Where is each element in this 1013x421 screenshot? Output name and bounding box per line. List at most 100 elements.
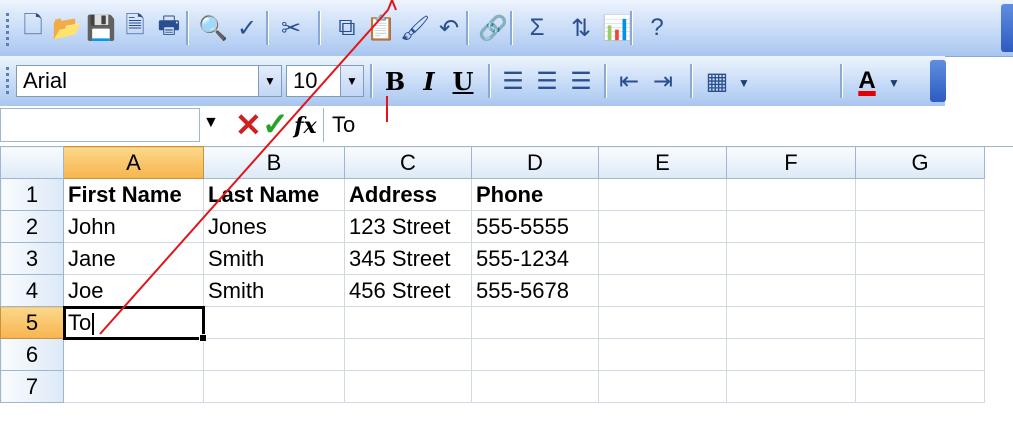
column-header-d[interactable]: D	[471, 146, 599, 179]
cell-d7[interactable]	[471, 370, 599, 403]
cell-g7[interactable]	[855, 370, 985, 403]
enter-entry-icon[interactable]: ✓	[262, 105, 289, 143]
column-header-b[interactable]: B	[203, 146, 345, 179]
row-header-1[interactable]: 1	[0, 178, 64, 211]
save-icon[interactable]: 💾	[84, 10, 118, 46]
cell-f3[interactable]	[726, 242, 856, 275]
column-header-f[interactable]: F	[726, 146, 856, 179]
cell-d2[interactable]: 555-5555	[471, 210, 599, 243]
cell-e2[interactable]	[598, 210, 727, 243]
cell-e5[interactable]	[598, 306, 727, 339]
standard-toolbar-options-icon[interactable]	[1001, 4, 1013, 52]
font-size-combo[interactable]: 10 ▼	[286, 65, 364, 97]
cell-a1[interactable]: First Name	[63, 178, 204, 211]
cell-b2[interactable]: Jones	[203, 210, 345, 243]
paste-icon[interactable]: 📋	[364, 10, 398, 46]
align-center-icon[interactable]: ☰	[530, 63, 564, 99]
help-icon[interactable]: ?	[640, 10, 674, 46]
cell-e6[interactable]	[598, 338, 727, 371]
cell-f2[interactable]	[726, 210, 856, 243]
cell-b5[interactable]	[203, 306, 345, 339]
align-right-icon[interactable]: ☰	[564, 63, 598, 99]
cell-d5[interactable]	[471, 306, 599, 339]
formatting-toolbar-options-icon[interactable]	[930, 60, 946, 102]
fill-handle[interactable]	[199, 334, 207, 342]
cell-b4[interactable]: Smith	[203, 274, 345, 307]
formula-input[interactable]: To	[323, 108, 1013, 142]
bold-button[interactable]: B	[378, 63, 412, 99]
cell-g5[interactable]	[855, 306, 985, 339]
cell-b1[interactable]: Last Name	[203, 178, 345, 211]
cell-g1[interactable]	[855, 178, 985, 211]
cell-a5[interactable]: To	[62, 305, 207, 342]
cell-c4[interactable]: 456 Street	[344, 274, 472, 307]
cell-f1[interactable]	[726, 178, 856, 211]
permission-icon[interactable]: 🗎	[118, 10, 152, 46]
cell-d6[interactable]	[471, 338, 599, 371]
row-header-6[interactable]: 6	[0, 338, 64, 371]
increase-indent-icon[interactable]: ⇥	[646, 63, 680, 99]
cell-g6[interactable]	[855, 338, 985, 371]
copy-icon[interactable]: ⧉	[330, 10, 364, 46]
new-icon[interactable]: 🗋	[16, 10, 50, 46]
hyperlink-icon[interactable]: 🔗	[476, 10, 510, 46]
cell-e4[interactable]	[598, 274, 727, 307]
cell-a7[interactable]	[63, 370, 204, 403]
column-header-c[interactable]: C	[344, 146, 472, 179]
cell-g2[interactable]	[855, 210, 985, 243]
cell-b7[interactable]	[203, 370, 345, 403]
cell-a3[interactable]: Jane	[63, 242, 204, 275]
cell-b3[interactable]: Smith	[203, 242, 345, 275]
row-header-2[interactable]: 2	[0, 210, 64, 243]
font-color-button[interactable]: A	[850, 63, 884, 99]
cell-c2[interactable]: 123 Street	[344, 210, 472, 243]
cell-c5[interactable]	[344, 306, 472, 339]
cell-g3[interactable]	[855, 242, 985, 275]
cancel-entry-icon[interactable]: ✕	[235, 106, 262, 144]
name-box[interactable]	[0, 108, 200, 142]
cell-e7[interactable]	[598, 370, 727, 403]
cell-a2[interactable]: John	[63, 210, 204, 243]
borders-icon[interactable]: ▦	[700, 63, 734, 99]
column-header-g[interactable]: G	[855, 146, 985, 179]
format-painter-icon[interactable]: 🖌	[398, 10, 432, 46]
row-header-4[interactable]: 4	[0, 274, 64, 307]
font-size-dropdown-button[interactable]: ▼	[340, 66, 363, 96]
cell-f5[interactable]	[726, 306, 856, 339]
font-name-dropdown-button[interactable]: ▼	[258, 66, 281, 96]
cell-e3[interactable]	[598, 242, 727, 275]
cell-b6[interactable]	[203, 338, 345, 371]
italic-button[interactable]: I	[412, 63, 446, 99]
cell-g4[interactable]	[855, 274, 985, 307]
borders-dropdown-arrow[interactable]: ▼	[738, 76, 750, 90]
formatting-toolbar-grip[interactable]	[6, 64, 10, 97]
cut-icon[interactable]: ✂	[274, 10, 308, 46]
autosum-icon[interactable]: Σ	[520, 10, 554, 46]
align-left-icon[interactable]: ☰	[496, 63, 530, 99]
cell-f4[interactable]	[726, 274, 856, 307]
cell-d4[interactable]: 555-5678	[471, 274, 599, 307]
select-all-corner[interactable]	[0, 146, 64, 179]
chart-wizard-icon[interactable]: 📊	[600, 10, 634, 46]
cell-c3[interactable]: 345 Street	[344, 242, 472, 275]
row-header-3[interactable]: 3	[0, 242, 64, 275]
insert-function-button[interactable]: fx	[294, 113, 317, 139]
open-icon[interactable]: 📂	[50, 10, 84, 46]
row-header-5[interactable]: 5	[0, 306, 64, 339]
print-icon[interactable]: 🖶	[152, 10, 186, 46]
cell-a4[interactable]: Joe	[63, 274, 204, 307]
cell-a6[interactable]	[63, 338, 204, 371]
sort-ascending-icon[interactable]: ⇅	[564, 10, 598, 46]
spelling-icon[interactable]: ✓	[230, 10, 264, 46]
decrease-indent-icon[interactable]: ⇤	[612, 63, 646, 99]
cell-d3[interactable]: 555-1234	[471, 242, 599, 275]
font-name-combo[interactable]: Arial ▼	[16, 65, 282, 97]
column-header-e[interactable]: E	[598, 146, 727, 179]
name-box-dropdown-arrow[interactable]: ▼	[203, 114, 219, 132]
font-color-dropdown-arrow[interactable]: ▼	[888, 76, 900, 90]
column-header-a[interactable]: A	[63, 146, 204, 179]
cell-e1[interactable]	[598, 178, 727, 211]
undo-icon[interactable]: ↶	[432, 10, 466, 46]
standard-toolbar-grip[interactable]	[6, 10, 10, 49]
cell-f6[interactable]	[726, 338, 856, 371]
